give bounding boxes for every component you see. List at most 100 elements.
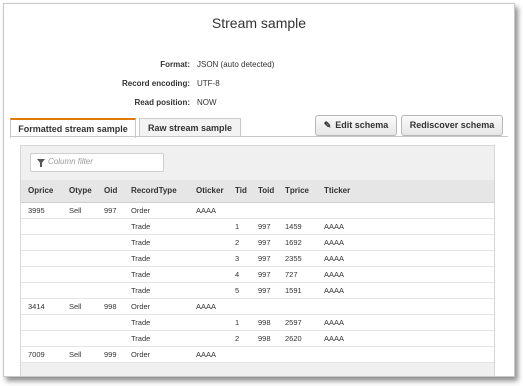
table-cell: 2355 [278,250,317,267]
table-cell [97,234,124,251]
edit-schema-button[interactable]: ✎ Edit schema [315,115,397,136]
tab-divider [10,136,508,137]
column-header[interactable]: Oid [97,180,124,203]
table-cell [189,330,228,347]
table-cell: Sell [62,202,97,219]
table-cell [228,202,251,219]
column-header[interactable]: Tticker [317,180,494,203]
table-cell [62,250,97,267]
table-cell [189,314,228,331]
meta-format: Format: JSON (auto detected) [4,60,514,79]
table-cell [62,314,97,331]
pencil-icon: ✎ [323,120,332,130]
table-cell [278,298,317,315]
table-cell [97,330,124,347]
table-cell: 997 [251,282,278,299]
table-cell [189,250,228,267]
table-cell: Trade [124,250,189,267]
table-cell: 1591 [278,282,317,299]
table-cell [228,346,251,363]
table-row: 3995 Sell 997 Order AAAA [21,202,494,219]
column-filter-input[interactable] [48,154,158,169]
meta-value: UTF-8 [197,79,220,88]
table-cell [62,266,97,283]
table-cell: 4 [228,266,251,283]
table-cell: 3 [228,250,251,267]
table-cell: AAAA [317,266,494,283]
table-cell: Order [124,298,189,315]
table-cell: AAAA [317,282,494,299]
table-cell: AAAA [317,234,494,251]
table-cell [21,314,62,331]
table-cell: 3995 [21,202,62,219]
page-title: Stream sample [211,15,307,31]
table-cell: AAAA [317,250,494,267]
table-row: Trade 1 997 1459 AAAA [21,218,494,235]
meta-record-encoding: Record encoding: UTF-8 [4,79,514,98]
edit-schema-label: Edit schema [335,120,389,130]
table-cell [21,218,62,235]
table-cell: Trade [124,218,189,235]
table-cell: 2620 [278,330,317,347]
table-cell [317,346,494,363]
meta-label: Record encoding: [121,79,190,88]
column-header[interactable]: Toid [251,180,278,203]
table-cell [251,202,278,219]
table-cell [278,346,317,363]
table-row: 7009 Sell 999 Order AAAA [21,346,494,363]
table-row: Trade 5 997 1591 AAAA [21,282,494,299]
formatted-sample-panel: Oprice Otype Oid RecordType Oticker Tid … [20,145,495,376]
meta-label: Read position: [134,98,190,107]
table-cell: 997 [97,202,124,219]
table-cell: Trade [124,314,189,331]
table-cell [189,282,228,299]
table-cell [21,330,62,347]
table-cell [251,298,278,315]
table-cell: AAAA [317,218,494,235]
column-header[interactable]: Tprice [278,180,317,203]
table-cell: 1459 [278,218,317,235]
column-header[interactable]: Oprice [21,180,62,203]
column-header[interactable]: Oticker [189,180,228,203]
column-header[interactable]: Tid [228,180,251,203]
table-cell [251,346,278,363]
table-cell [21,234,62,251]
table-row: Trade 2 997 1692 AAAA [21,234,494,251]
table-cell: 1 [228,218,251,235]
table-cell [317,298,494,315]
meta-value: NOW [197,98,217,107]
table-cell [21,266,62,283]
tab-raw-stream-sample[interactable]: Raw stream sample [139,118,241,137]
table-cell: 3414 [21,298,62,315]
table-cell [62,282,97,299]
table-cell: 997 [251,218,278,235]
column-header[interactable]: RecordType [124,180,189,203]
table-cell: Order [124,202,189,219]
table-cell: 997 [251,250,278,267]
table-row: Trade 2 998 2620 AAAA [21,330,494,347]
stream-metadata: Format: JSON (auto detected) Record enco… [4,60,514,117]
column-header[interactable]: Otype [62,180,97,203]
table-cell: 727 [278,266,317,283]
table-cell [97,266,124,283]
table-row: Trade 4 997 727 AAAA [21,266,494,283]
table-row: 3414 Sell 998 Order AAAA [21,298,494,315]
table-cell: 5 [228,282,251,299]
meta-value: JSON (auto detected) [197,60,275,69]
table-cell: AAAA [317,314,494,331]
table-cell [62,234,97,251]
table-cell [97,314,124,331]
stream-sample-table: Oprice Otype Oid RecordType Oticker Tid … [21,180,494,363]
table-header-row: Oprice Otype Oid RecordType Oticker Tid … [21,180,494,203]
table-cell [62,218,97,235]
table-cell: 7009 [21,346,62,363]
table-cell: AAAA [189,202,228,219]
table-cell [97,282,124,299]
table-cell: Order [124,346,189,363]
column-filter[interactable] [30,153,164,172]
table-cell: Sell [62,346,97,363]
rediscover-schema-button[interactable]: Rediscover schema [401,115,503,136]
table-cell: 2 [228,234,251,251]
meta-label: Format: [160,60,190,69]
tab-formatted-stream-sample[interactable]: Formatted stream sample [10,118,136,138]
